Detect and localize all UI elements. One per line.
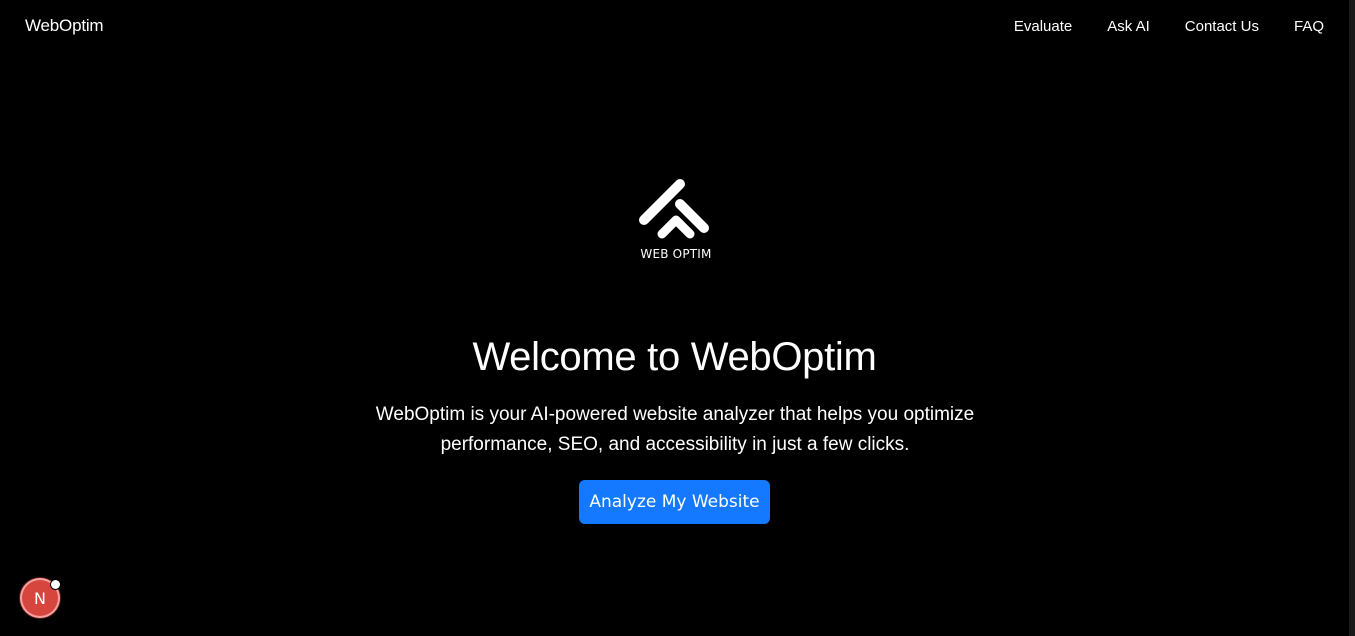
notification-dot <box>50 579 61 590</box>
nav-link-evaluate[interactable]: Evaluate <box>1014 18 1072 35</box>
top-navbar: WebOptim Evaluate Ask AI Contact Us FAQ <box>0 0 1349 56</box>
nav-link-ask-ai[interactable]: Ask AI <box>1107 18 1150 35</box>
hero-description-line-1: WebOptim is your AI-powered website anal… <box>375 404 975 425</box>
nextjs-dev-indicator[interactable]: N <box>20 578 61 618</box>
nav-links: Evaluate Ask AI Contact Us FAQ <box>979 18 1324 35</box>
scrollbar-track[interactable] <box>1349 0 1355 636</box>
analyze-my-website-button[interactable]: Analyze My Website <box>579 480 770 524</box>
hero-description-line-2: performance, SEO, and accessibility in j… <box>440 434 910 455</box>
brand-link[interactable]: WebOptim <box>25 16 104 36</box>
nextjs-icon: N <box>34 588 46 608</box>
nav-link-contact-us[interactable]: Contact Us <box>1185 18 1259 35</box>
hero-title: Welcome to WebOptim <box>472 335 877 379</box>
hero-description: WebOptim is your AI-powered website anal… <box>357 400 993 460</box>
webopim-logo: WEB OPTIM <box>636 176 716 266</box>
nav-link-faq[interactable]: FAQ <box>1294 18 1324 35</box>
webopim-chevron-logo-icon <box>639 179 709 239</box>
logo-wordmark: WEB OPTIM <box>640 247 712 261</box>
